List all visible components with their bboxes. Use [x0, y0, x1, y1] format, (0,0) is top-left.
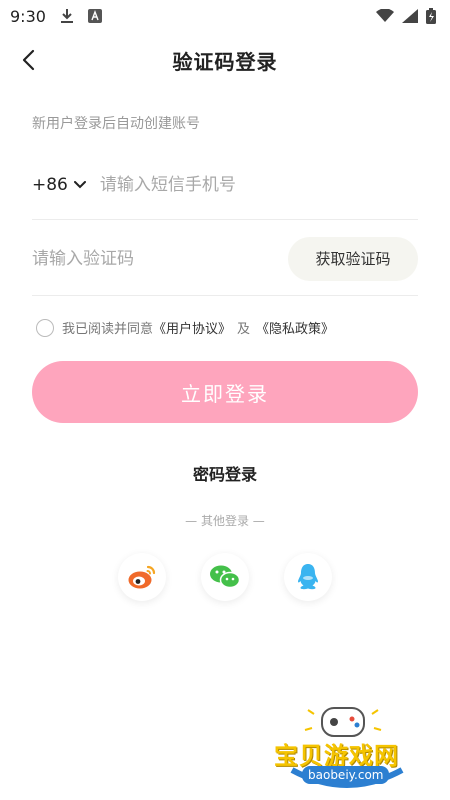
country-code-selector[interactable]: +86	[32, 175, 100, 195]
app-a-icon	[87, 9, 102, 23]
weibo-login-button[interactable]	[118, 553, 166, 601]
user-agreement-link[interactable]: 《用户协议》	[153, 318, 231, 337]
signal-icon	[402, 9, 418, 23]
wechat-icon	[210, 565, 241, 589]
weibo-icon	[128, 565, 156, 589]
header: 验证码登录	[0, 38, 450, 82]
wechat-login-button[interactable]	[201, 553, 249, 601]
back-button[interactable]	[12, 44, 44, 76]
agreement-checkbox[interactable]	[36, 318, 54, 337]
password-login-link[interactable]: 密码登录	[0, 461, 450, 485]
login-button[interactable]: 立即登录	[32, 361, 418, 423]
phone-input[interactable]	[99, 174, 418, 195]
privacy-policy-link[interactable]: 《隐私政策》	[256, 318, 334, 337]
other-login-divider: — 其他登录 —	[185, 514, 265, 528]
agreement-and: 及	[237, 322, 251, 337]
wifi-icon	[376, 9, 394, 23]
country-code-label: +86	[32, 174, 68, 195]
phone-row: +86	[32, 150, 418, 220]
social-login-row	[118, 553, 332, 601]
watermark-text-en: baobeiy.com	[302, 766, 390, 784]
chevron-down-icon	[73, 180, 86, 188]
chevron-left-icon	[22, 49, 35, 71]
qq-icon	[298, 564, 318, 590]
status-left: 9:30	[10, 7, 102, 26]
verification-code-input[interactable]	[32, 248, 288, 269]
battery-icon	[426, 8, 436, 24]
status-right	[376, 8, 436, 24]
status-time: 9:30	[10, 6, 46, 26]
page-title: 验证码登录	[172, 49, 278, 74]
agreement-prefix: 我已阅读并同意	[62, 322, 154, 337]
status-bar: 9:30	[0, 0, 450, 32]
get-code-button[interactable]: 获取验证码	[288, 236, 418, 281]
qq-login-button[interactable]	[284, 553, 332, 601]
watermark-logo: 宝贝游戏网 baobeiy.com	[272, 700, 422, 796]
new-user-hint: 新用户登录后自动创建账号	[32, 116, 200, 132]
agreement: 我已阅读并同意 《用户协议》 及 《隐私政策》	[36, 318, 334, 337]
code-row: 获取验证码	[32, 222, 418, 296]
download-icon	[60, 8, 74, 24]
